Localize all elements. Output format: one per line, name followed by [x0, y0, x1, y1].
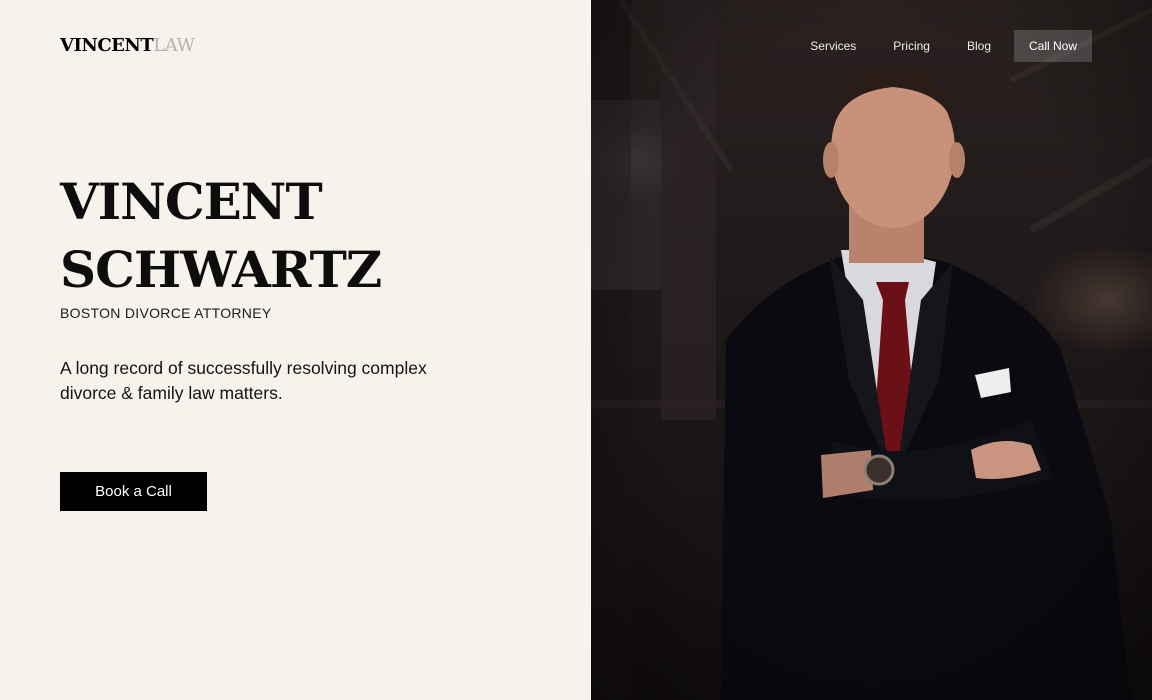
nav-link-services[interactable]: Services — [810, 39, 856, 53]
left-panel: VINCENTLAW VINCENT SCHWARTZ BOSTON DIVOR… — [0, 0, 591, 700]
hero-title-line-1: VINCENT — [60, 172, 323, 231]
top-nav: Services Pricing Blog Call Now — [773, 30, 1092, 62]
attorney-portrait-image — [591, 0, 1152, 700]
hero-description: A long record of successfully resolving … — [60, 358, 427, 403]
logo[interactable]: VINCENTLAW — [60, 35, 195, 56]
hero-subtitle: BOSTON DIVORCE ATTORNEY — [60, 305, 272, 321]
hero-photo: Services Pricing Blog Call Now — [591, 0, 1152, 700]
logo-primary-text: VINCENT — [60, 35, 154, 56]
hero-title: VINCENT SCHWARTZ — [60, 168, 382, 304]
book-call-button[interactable]: Book a Call — [60, 472, 207, 511]
call-now-button[interactable]: Call Now — [1014, 30, 1092, 62]
logo-secondary-text: LAW — [153, 35, 195, 56]
nav-link-pricing[interactable]: Pricing — [893, 39, 930, 53]
hero-title-line-2: SCHWARTZ — [60, 240, 382, 299]
nav-link-blog[interactable]: Blog — [967, 39, 991, 53]
